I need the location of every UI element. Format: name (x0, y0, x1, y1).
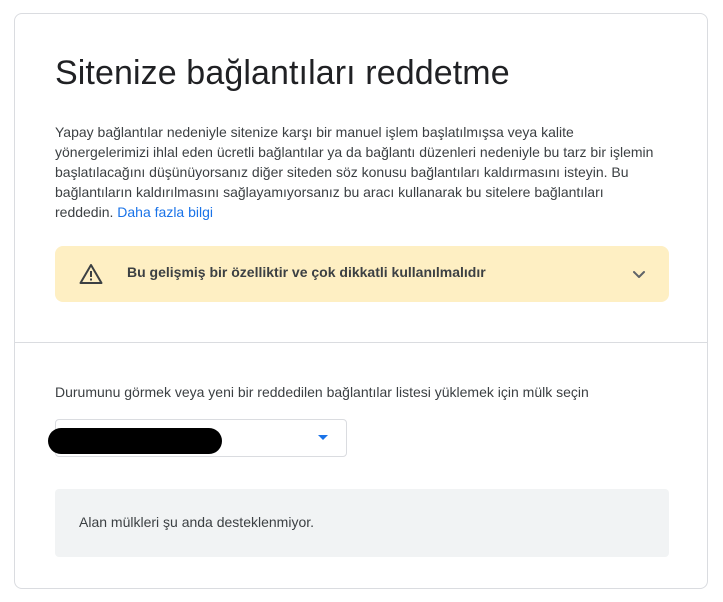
section-divider (15, 342, 707, 343)
learn-more-link[interactable]: Daha fazla bilgi (117, 204, 213, 220)
status-message-box: Alan mülkleri şu anda desteklenmiyor. (55, 489, 669, 557)
property-select-prompt: Durumunu görmek veya yeni bir reddedilen… (55, 384, 589, 400)
warning-triangle-icon (79, 264, 103, 284)
property-select[interactable] (48, 419, 347, 457)
dropdown-arrow-icon[interactable] (318, 435, 328, 440)
page-title: Sitenize bağlantıları reddetme (55, 54, 510, 92)
advanced-feature-warning[interactable]: Bu gelişmiş bir özelliktir ve çok dikkat… (55, 246, 669, 302)
status-message: Alan mülkleri şu anda desteklenmiyor. (79, 514, 315, 530)
warning-text: Bu gelişmiş bir özelliktir ve çok dikkat… (127, 264, 486, 280)
page-description: Yapay bağlantılar nedeniyle sitenize kar… (55, 122, 655, 222)
disavow-links-card: Sitenize bağlantıları reddetme Yapay bağ… (14, 13, 708, 589)
chevron-down-icon[interactable] (627, 262, 651, 286)
redacted-property-value (48, 428, 222, 454)
